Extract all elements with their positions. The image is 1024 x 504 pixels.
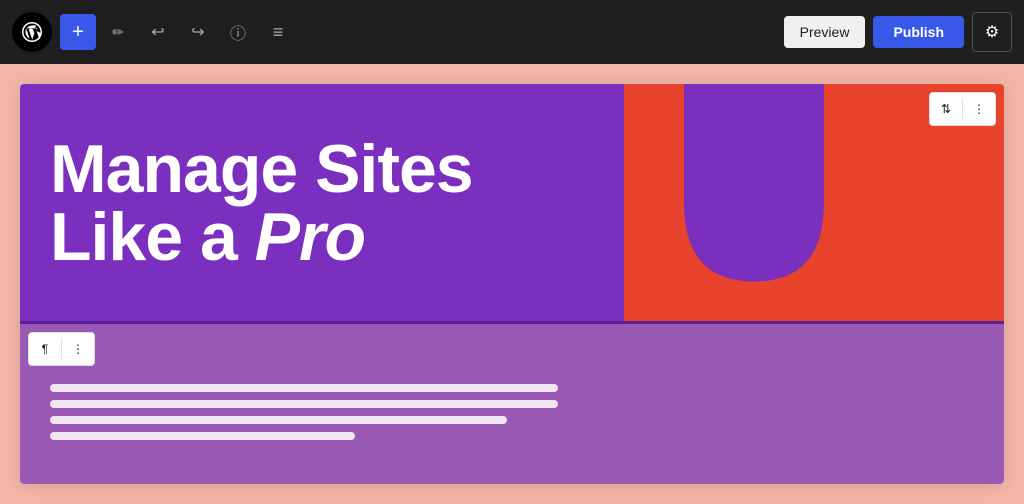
edit-button[interactable]: ✏ [100,14,136,50]
list-icon: ≡ [273,22,284,43]
redo-icon: ↪ [191,22,204,42]
hero-line1: Manage Sites [50,135,594,203]
publish-button[interactable]: Publish [873,16,964,48]
move-hero-button[interactable]: ⇅ [930,93,962,125]
hero-text-area: Manage Sites Like a Pro [20,84,624,321]
more-icon: ⋮ [973,102,985,116]
text-line-2 [50,400,558,408]
toolbar-right-group: Preview Publish ⚙ [784,12,1012,52]
more-hero-button[interactable]: ⋮ [963,93,995,125]
more-text-button[interactable]: ⋮ [62,333,94,365]
gear-icon: ⚙ [985,22,999,42]
hero-content: Manage Sites Like a Pro [20,84,1004,321]
editor-toolbar: + ✏ ↩ ↪ ⓘ ≡ Preview Publish ⚙ [0,0,1024,64]
wordpress-logo[interactable] [12,12,52,52]
hero-title: Manage Sites Like a Pro [50,135,594,271]
text-block-controls: ¶ ⋮ [28,332,95,366]
info-icon: ⓘ [230,20,246,44]
paragraph-icon: ¶ [42,342,48,356]
hero-block[interactable]: Manage Sites Like a Pro [20,84,1004,324]
editor-wrapper: Manage Sites Like a Pro [0,64,1024,504]
settings-button[interactable]: ⚙ [972,12,1012,52]
list-view-button[interactable]: ≡ [260,14,296,50]
pencil-icon: ✏ [112,24,124,41]
add-block-button[interactable]: + [60,14,96,50]
plus-icon: + [72,21,84,44]
text-line-3 [50,416,507,424]
hero-block-controls: ⇅ ⋮ [929,92,996,126]
redo-button[interactable]: ↪ [180,14,216,50]
hero-line2-bold: Pro [255,199,365,275]
paragraph-button[interactable]: ¶ [29,333,61,365]
hero-line2-normal: Like a [50,199,255,275]
info-button[interactable]: ⓘ [220,14,256,50]
toolbar-left-group: + ✏ ↩ ↪ ⓘ ≡ [60,14,784,50]
text-more-icon: ⋮ [72,342,84,356]
hero-line2: Like a Pro [50,203,594,271]
text-line-1 [50,384,558,392]
undo-icon: ↩ [151,22,164,42]
editor-canvas: Manage Sites Like a Pro [20,84,1004,484]
text-line-4 [50,432,355,440]
arrows-icon: ⇅ [941,102,951,116]
preview-button[interactable]: Preview [784,16,866,48]
content-block[interactable]: ¶ ⋮ [20,324,1004,484]
text-content-lines [50,384,558,440]
undo-button[interactable]: ↩ [140,14,176,50]
